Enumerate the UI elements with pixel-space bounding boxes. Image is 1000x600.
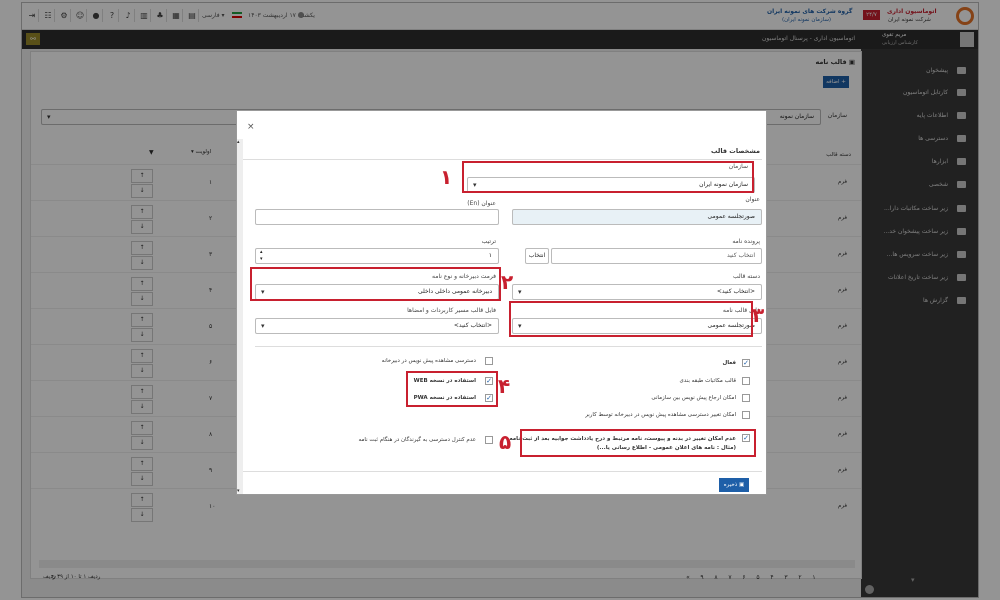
annotation-box-1 <box>462 161 754 193</box>
active-checkbox[interactable]: ✓ <box>742 359 750 367</box>
section-divider <box>255 346 762 347</box>
chevron-up-icon[interactable]: ▴ <box>237 139 240 145</box>
annotation-box-3 <box>509 301 753 337</box>
inter-org-checkbox[interactable] <box>742 394 750 402</box>
title-en-input[interactable] <box>255 209 499 225</box>
annotation-box-5 <box>520 429 756 457</box>
chevron-down-icon[interactable]: ▾ <box>237 488 240 494</box>
stepper-icon[interactable]: ▴ ▾ <box>260 249 263 263</box>
dialog-scrollbar[interactable]: ▴ ▾ <box>237 139 243 494</box>
classified-checkbox[interactable] <box>742 377 750 385</box>
annotation-2: ۲ <box>501 270 514 294</box>
annotation-box-4 <box>406 371 498 407</box>
classified-label: قالب مکاتبات طبقه بندی <box>679 378 736 384</box>
annotation-1: ۱ <box>440 165 453 189</box>
annotation-4: ۴ <box>498 374 511 398</box>
category-label: دسته قالب <box>732 273 760 280</box>
title-en-label: عنوان (En) <box>467 200 496 207</box>
order-label: ترتیب <box>481 238 496 245</box>
signature-select[interactable]: <انتخاب کنید> <box>255 318 499 334</box>
dialog-title: مشخصات قالب <box>711 147 760 155</box>
folder-select-button[interactable]: انتخاب <box>525 248 549 264</box>
footer-divider <box>243 471 762 472</box>
signature-label: فایل قالب مسیر کاربردات و امضاها <box>407 307 496 314</box>
draft-view-checkbox[interactable] <box>485 357 493 365</box>
receiver-control-checkbox[interactable] <box>485 436 493 444</box>
order-input[interactable]: ۱ ▴ ▾ <box>255 248 499 264</box>
inter-org-label: امکان ارجاع پیش نویس بین سازمانی <box>651 395 736 401</box>
active-label: فعال <box>722 360 736 366</box>
folder-label: پرونده نامه <box>732 238 760 245</box>
annotation-box-2 <box>250 267 501 301</box>
close-icon[interactable]: × <box>247 122 255 132</box>
change-access-checkbox[interactable] <box>742 411 750 419</box>
category-select[interactable]: <انتخاب کنید> <box>512 284 762 300</box>
annotation-3: ۳ <box>752 303 765 327</box>
title-divider <box>243 159 762 160</box>
folder-input[interactable]: انتخاب کنید <box>551 248 762 264</box>
change-access-label: امکان تغییر دسترسی مشاهده پیش نویس در دب… <box>585 412 736 418</box>
title-input[interactable]: صورتجلسه عمومی <box>512 209 762 225</box>
title-label: عنوان <box>745 196 760 203</box>
annotation-5: ۵ <box>499 430 512 454</box>
save-button[interactable]: ▣ ذخیره <box>719 478 749 492</box>
draft-view-label: دسترسی مشاهده پیش نویس در دبیرخانه <box>381 358 476 364</box>
receiver-control-label: عدم کنترل دسترسی به گیرندگان در هنگام ثب… <box>358 437 477 443</box>
